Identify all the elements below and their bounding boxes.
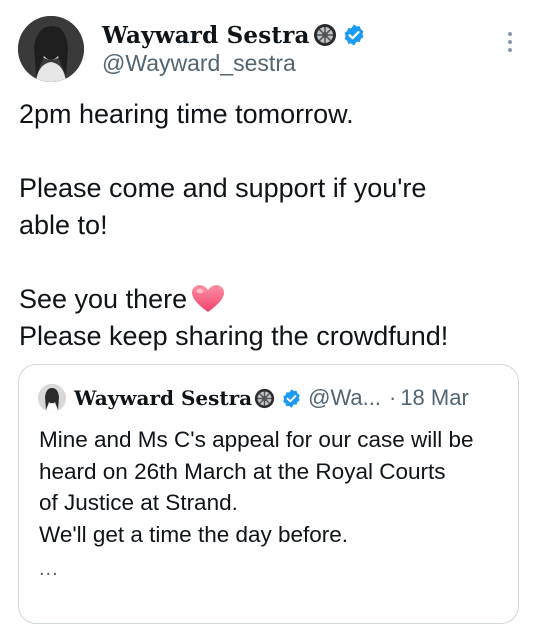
author-handle[interactable]: @Wayward_sestra [102, 50, 296, 77]
tweet-line: See you there [19, 284, 188, 314]
verified-badge-icon [344, 24, 364, 46]
tweet-line: able to! [19, 210, 108, 240]
quoted-author-name: Wayward Sestra [74, 386, 253, 410]
quoted-tweet-card[interactable]: Wayward Sestra @Wa... · 18 Mar Mine and … [18, 364, 519, 624]
more-options-icon[interactable] [500, 28, 520, 58]
quoted-line: heard on 26th March at the Royal Courts [39, 458, 446, 484]
wheel-emoji-icon [255, 388, 275, 408]
tweet-line-with-emoji: See you there [19, 281, 519, 318]
tweet-line: 2pm hearing time tomorrow. [19, 99, 354, 129]
separator-dot: · [388, 385, 397, 410]
quoted-tweet-text: Mine and Ms C's appeal for our case will… [39, 424, 509, 550]
tweet-line: Please keep sharing the crowdfund! [19, 321, 449, 351]
tweet-line: Please come and support if you're [19, 173, 427, 203]
author-display-name[interactable]: Wayward Sestra [102, 22, 310, 49]
quoted-line: We'll get a time the day before. [39, 521, 349, 547]
quoted-tweet-date: 18 Mar [400, 385, 469, 410]
truncation-ellipsis: ... [39, 558, 59, 580]
quoted-author-handle: @Wa... [308, 385, 381, 410]
tweet-text: 2pm hearing time tomorrow. Please come a… [19, 96, 519, 355]
tweet-line [19, 244, 519, 281]
quoted-line: Mine and Ms C's appeal for our case will… [39, 427, 474, 452]
quoted-tweet-header: Wayward Sestra @Wa... · 18 Mar [38, 384, 469, 412]
quoted-line: of Justice at Strand. [39, 490, 238, 515]
wheel-emoji-icon [313, 24, 336, 46]
quoted-author-avatar [38, 384, 66, 412]
tweet-line [19, 133, 519, 170]
verified-badge-icon [283, 388, 300, 408]
author-avatar[interactable] [18, 16, 84, 82]
author-name-row: Wayward Sestra [102, 20, 366, 50]
heart-emoji-icon [192, 285, 225, 312]
